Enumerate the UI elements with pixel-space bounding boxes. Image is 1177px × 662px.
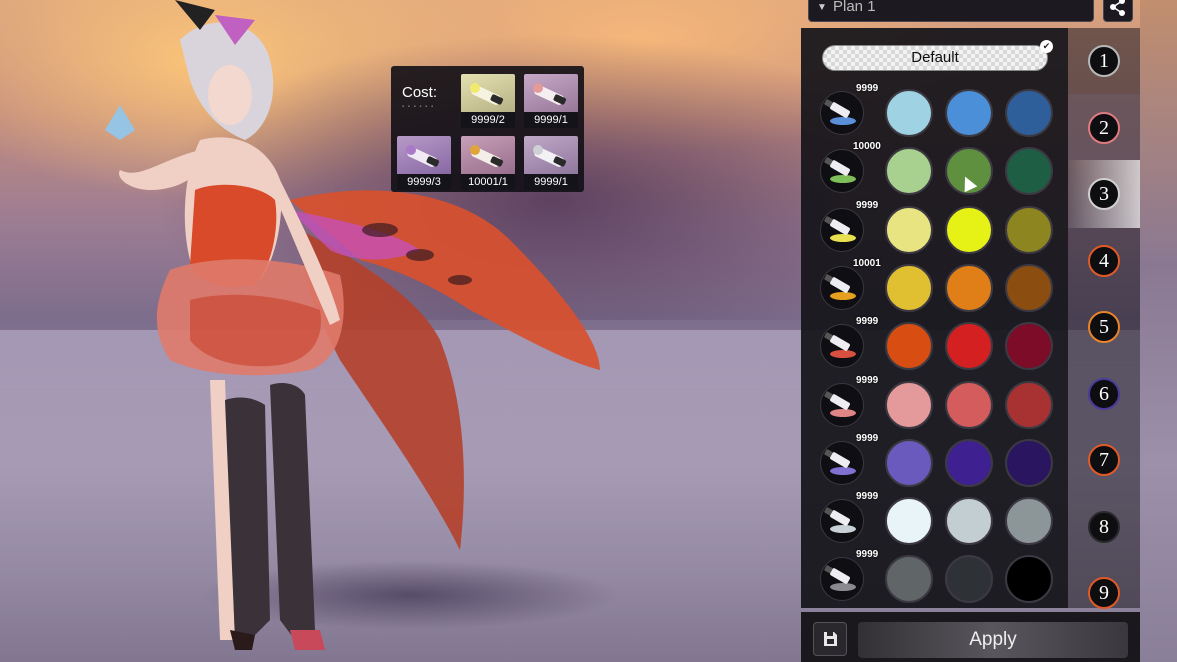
color-swatch[interactable]: [1005, 322, 1053, 370]
color-swatch[interactable]: [945, 555, 993, 603]
scene-edge: [1140, 0, 1177, 662]
plan-number-9[interactable]: 9: [1088, 577, 1120, 609]
cost-quantity: 9999/2: [461, 112, 515, 128]
plan-number-1[interactable]: 1: [1088, 45, 1120, 77]
color-swatch[interactable]: [1005, 264, 1053, 312]
paint-tube-icon: [824, 274, 856, 300]
color-swatch[interactable]: [1005, 89, 1053, 137]
cost-item-1: 9999/2: [461, 74, 515, 128]
paint-tube-icon: [470, 145, 504, 167]
paint-tube-icon: [824, 216, 856, 242]
default-color-button[interactable]: Default: [822, 45, 1048, 71]
paint-tube-icon: [824, 391, 856, 417]
paint-tube-icon: [406, 145, 440, 167]
paint-tube-button[interactable]: [820, 266, 864, 310]
color-swatch[interactable]: [1005, 206, 1053, 254]
color-swatch[interactable]: [885, 555, 933, 603]
paint-tube-icon: [533, 83, 567, 105]
paint-tube-button[interactable]: [820, 91, 864, 135]
save-button[interactable]: [813, 622, 847, 656]
paint-tube-icon: [824, 332, 856, 358]
color-swatch[interactable]: [1005, 381, 1053, 429]
paint-tube-icon: [533, 145, 567, 167]
color-swatch[interactable]: [945, 89, 993, 137]
cost-quantity: 9999/1: [524, 112, 578, 128]
check-icon: ✔: [1040, 40, 1053, 53]
color-swatch[interactable]: [885, 497, 933, 545]
plan-dropdown-value: Plan 1: [833, 0, 876, 15]
cost-item-4: 10001/1: [461, 136, 515, 190]
paint-tube-button[interactable]: [820, 557, 864, 601]
color-swatch[interactable]: [945, 439, 993, 487]
color-swatch[interactable]: [885, 147, 933, 195]
paint-count: 9999: [856, 491, 879, 502]
paint-tube-icon: [824, 565, 856, 591]
color-swatch[interactable]: [885, 381, 933, 429]
plan-number-8[interactable]: 8: [1088, 511, 1120, 543]
color-swatch[interactable]: [1005, 439, 1053, 487]
cost-label: Cost:: [402, 84, 438, 101]
plan-number-5[interactable]: 5: [1088, 311, 1120, 343]
paint-tube-icon: [824, 99, 856, 125]
cost-item-5: 9999/1: [524, 136, 578, 190]
paint-tube-icon: [824, 449, 856, 475]
cost-quantity: 9999/1: [524, 174, 578, 190]
paint-tube-button[interactable]: [820, 499, 864, 543]
dropdown-arrow-icon: ▼: [817, 2, 827, 13]
paint-tube-icon: [824, 157, 856, 183]
cost-sublabel-decoration: ▪ ▪ ▪ ▪ ▪ ▪: [402, 104, 435, 110]
paint-count: 9999: [856, 433, 879, 444]
plan-number-2[interactable]: 2: [1088, 112, 1120, 144]
paint-count: 10000: [853, 141, 881, 152]
cost-quantity: 9999/3: [397, 174, 451, 190]
color-swatch[interactable]: [885, 206, 933, 254]
cost-item-2: 9999/1: [524, 74, 578, 128]
apply-button[interactable]: Apply: [858, 622, 1128, 658]
color-swatch[interactable]: [1005, 497, 1053, 545]
cost-item-3: 9999/3: [397, 136, 451, 190]
color-swatch[interactable]: [1005, 147, 1053, 195]
share-icon: [1110, 0, 1125, 16]
color-swatch[interactable]: [885, 439, 933, 487]
cost-quantity: 10001/1: [461, 174, 515, 190]
plan-number-7[interactable]: 7: [1088, 444, 1120, 476]
paint-count: 9999: [856, 200, 879, 211]
paint-tube-button[interactable]: [820, 383, 864, 427]
plan-number-6[interactable]: 6: [1088, 378, 1120, 410]
color-swatch[interactable]: [945, 206, 993, 254]
color-swatch[interactable]: [945, 497, 993, 545]
paint-tube-icon: [824, 507, 856, 533]
color-swatch[interactable]: [885, 264, 933, 312]
color-swatch[interactable]: [885, 322, 933, 370]
color-swatch[interactable]: [1005, 555, 1053, 603]
plan-number-4[interactable]: 4: [1088, 245, 1120, 277]
paint-count: 9999: [856, 549, 879, 560]
paint-tube-button[interactable]: [820, 441, 864, 485]
paint-tube-button[interactable]: [820, 324, 864, 368]
plan-number-3[interactable]: 3: [1088, 178, 1120, 210]
paint-tube-icon: [470, 83, 504, 105]
paint-count: 9999: [856, 83, 879, 94]
paint-count: 9999: [856, 375, 879, 386]
paint-tube-button[interactable]: [820, 208, 864, 252]
color-swatch[interactable]: [945, 264, 993, 312]
paint-tube-button[interactable]: [820, 149, 864, 193]
color-swatch[interactable]: [945, 322, 993, 370]
cost-tooltip: Cost: ▪ ▪ ▪ ▪ ▪ ▪ 9999/2 9999/1 9999/3 1…: [391, 66, 584, 192]
paint-count: 9999: [856, 316, 879, 327]
color-swatch[interactable]: [945, 381, 993, 429]
save-icon: [824, 632, 837, 646]
paint-count: 10001: [853, 258, 881, 269]
share-button[interactable]: [1103, 0, 1133, 22]
color-swatch[interactable]: [885, 89, 933, 137]
plan-dropdown[interactable]: ▼ Plan 1: [808, 0, 1094, 22]
